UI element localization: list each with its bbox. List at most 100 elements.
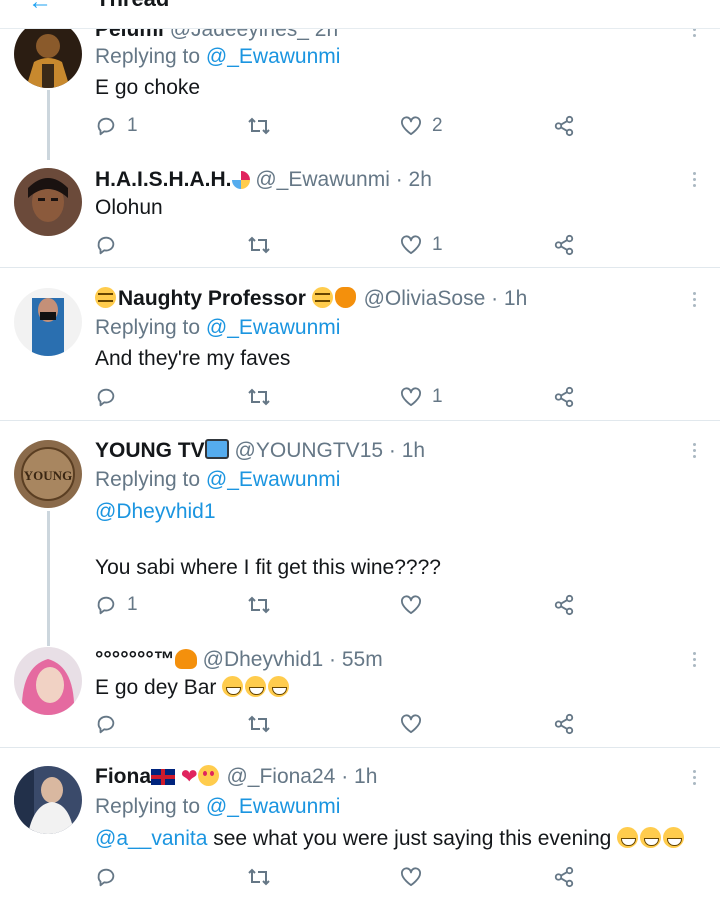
top-bar: ← Thread — [0, 0, 720, 29]
share-icon — [554, 234, 574, 256]
handle[interactable]: @Dheyvhid1 — [203, 648, 324, 671]
like-count: 1 — [432, 234, 443, 255]
mention-link[interactable]: @_Ewawunmi — [206, 795, 341, 818]
tweet-4[interactable]: YOUNG YOUNG TV @YOUNGTV15 · 1h Replying … — [0, 421, 720, 646]
grin-emoji — [245, 676, 267, 697]
display-name[interactable]: YOUNG TV — [95, 439, 205, 462]
mention-link[interactable]: @_Ewawunmi — [206, 468, 341, 491]
retweet-button[interactable] — [247, 864, 281, 890]
tweet-actions — [95, 711, 595, 737]
uk-flag-emoji — [151, 769, 175, 785]
handle[interactable]: @YOUNGTV15 — [235, 439, 384, 462]
like-button[interactable] — [400, 592, 432, 618]
more-vertical-icon[interactable] — [692, 292, 698, 310]
reply-icon — [97, 715, 115, 734]
reply-button[interactable] — [95, 232, 127, 258]
heart-icon — [400, 595, 421, 615]
share-button[interactable] — [553, 711, 575, 737]
share-icon — [554, 594, 574, 616]
retweet-button[interactable] — [247, 113, 281, 139]
share-icon — [554, 386, 574, 408]
reply-count: 1 — [127, 115, 138, 136]
share-button[interactable] — [553, 592, 575, 618]
like-button[interactable]: 2 — [400, 113, 443, 139]
tweet-2[interactable]: H.A.I.S.H.A.H. @_Ewawunmi · 2h Olohun 1 — [0, 150, 720, 268]
timestamp: · 55m — [329, 648, 383, 671]
grin-emoji — [640, 827, 662, 848]
tweet-actions: 1 — [95, 232, 595, 258]
replying-to: Replying to @_Ewawunmi — [95, 316, 341, 339]
heart-icon — [400, 867, 421, 887]
retweet-button[interactable] — [247, 384, 281, 410]
more-vertical-icon[interactable] — [692, 443, 698, 461]
like-button[interactable] — [400, 711, 432, 737]
handle[interactable]: @_Ewawunmi — [255, 168, 390, 191]
tweet-5[interactable]: °°°°°°°™ @Dheyvhid1 · 55m E go dey Bar — [0, 633, 720, 747]
share-button[interactable] — [553, 113, 575, 139]
handle[interactable]: @OliviaSose — [364, 287, 486, 310]
retweet-icon — [248, 715, 270, 733]
display-name[interactable]: Fiona — [95, 765, 151, 788]
mention-link[interactable]: @a__vanita — [95, 827, 207, 850]
tweet-header: Naughty Professor @OliviaSose · 1h — [95, 287, 527, 311]
arrow-left-icon[interactable]: ← — [28, 0, 52, 16]
mention-link[interactable]: @Dheyvhid1 — [95, 500, 216, 524]
reply-button[interactable] — [95, 711, 127, 737]
avatar[interactable] — [14, 647, 82, 715]
more-vertical-icon[interactable] — [692, 652, 698, 670]
reply-button[interactable]: 1 — [95, 113, 138, 139]
display-name[interactable]: Naughty Professor — [118, 287, 306, 310]
tweet-text: @a__vanita see what you were just saying… — [95, 827, 686, 851]
heart-icon — [400, 387, 421, 407]
like-button[interactable]: 1 — [400, 384, 443, 410]
cat-emoji — [334, 287, 356, 308]
retweet-button[interactable] — [247, 592, 281, 618]
heart-eyes-emoji — [197, 765, 219, 786]
like-button[interactable] — [400, 864, 432, 890]
display-name[interactable]: °°°°°°°™ — [95, 648, 175, 671]
tweet-text: E go choke — [95, 76, 201, 99]
reply-button[interactable] — [95, 864, 127, 890]
share-icon — [554, 713, 574, 735]
grin-emoji — [268, 676, 290, 697]
tweet-text: E go dey Bar — [95, 676, 291, 700]
reply-count: 1 — [127, 594, 138, 615]
handle[interactable]: @_Fiona24 — [226, 765, 335, 788]
more-vertical-icon[interactable] — [692, 770, 698, 788]
tweet-header: H.A.I.S.H.A.H. @_Ewawunmi · 2h — [95, 168, 432, 192]
retweet-button[interactable] — [247, 232, 281, 258]
mention-link[interactable]: @_Ewawunmi — [206, 316, 341, 339]
avatar[interactable] — [14, 766, 82, 834]
more-vertical-icon[interactable] — [692, 172, 698, 190]
mention-link[interactable]: @_Ewawunmi — [206, 45, 341, 68]
share-button[interactable] — [553, 384, 575, 410]
reply-button[interactable]: 1 — [95, 592, 138, 618]
timestamp: · 1h — [341, 765, 378, 788]
replying-to: Replying to @_Ewawunmi — [95, 795, 341, 818]
tweet-actions: 1 2 — [95, 113, 595, 139]
avatar[interactable]: YOUNG — [14, 440, 82, 508]
nerd-face-emoji — [311, 287, 333, 308]
share-button[interactable] — [553, 864, 575, 890]
timestamp: · 2h — [395, 168, 432, 191]
svg-text:YOUNG: YOUNG — [24, 468, 72, 483]
tweet-actions — [95, 864, 595, 890]
tweet-6[interactable]: Fiona ❤ @_Fiona24 · 1h Replying to @_Ewa… — [0, 748, 720, 898]
reply-button[interactable] — [95, 384, 127, 410]
retweet-button[interactable] — [247, 711, 281, 737]
like-button[interactable]: 1 — [400, 232, 443, 258]
lollipop-emoji — [231, 171, 250, 189]
tweet-actions: 1 — [95, 384, 595, 410]
avatar[interactable] — [14, 168, 82, 236]
replying-to: Replying to @_Ewawunmi — [95, 45, 341, 68]
reply-icon — [97, 388, 115, 407]
retweet-icon — [248, 868, 270, 886]
tweet-3[interactable]: Naughty Professor @OliviaSose · 1h Reply… — [0, 268, 720, 420]
avatar[interactable] — [14, 20, 82, 88]
display-name[interactable]: H.A.I.S.H.A.H. — [95, 168, 232, 191]
avatar[interactable] — [14, 288, 82, 356]
tweet-text: You sabi where I fit get this wine???? — [95, 556, 441, 579]
share-icon — [554, 866, 574, 888]
heart-emoji: ❤ — [180, 766, 198, 788]
share-button[interactable] — [553, 232, 575, 258]
